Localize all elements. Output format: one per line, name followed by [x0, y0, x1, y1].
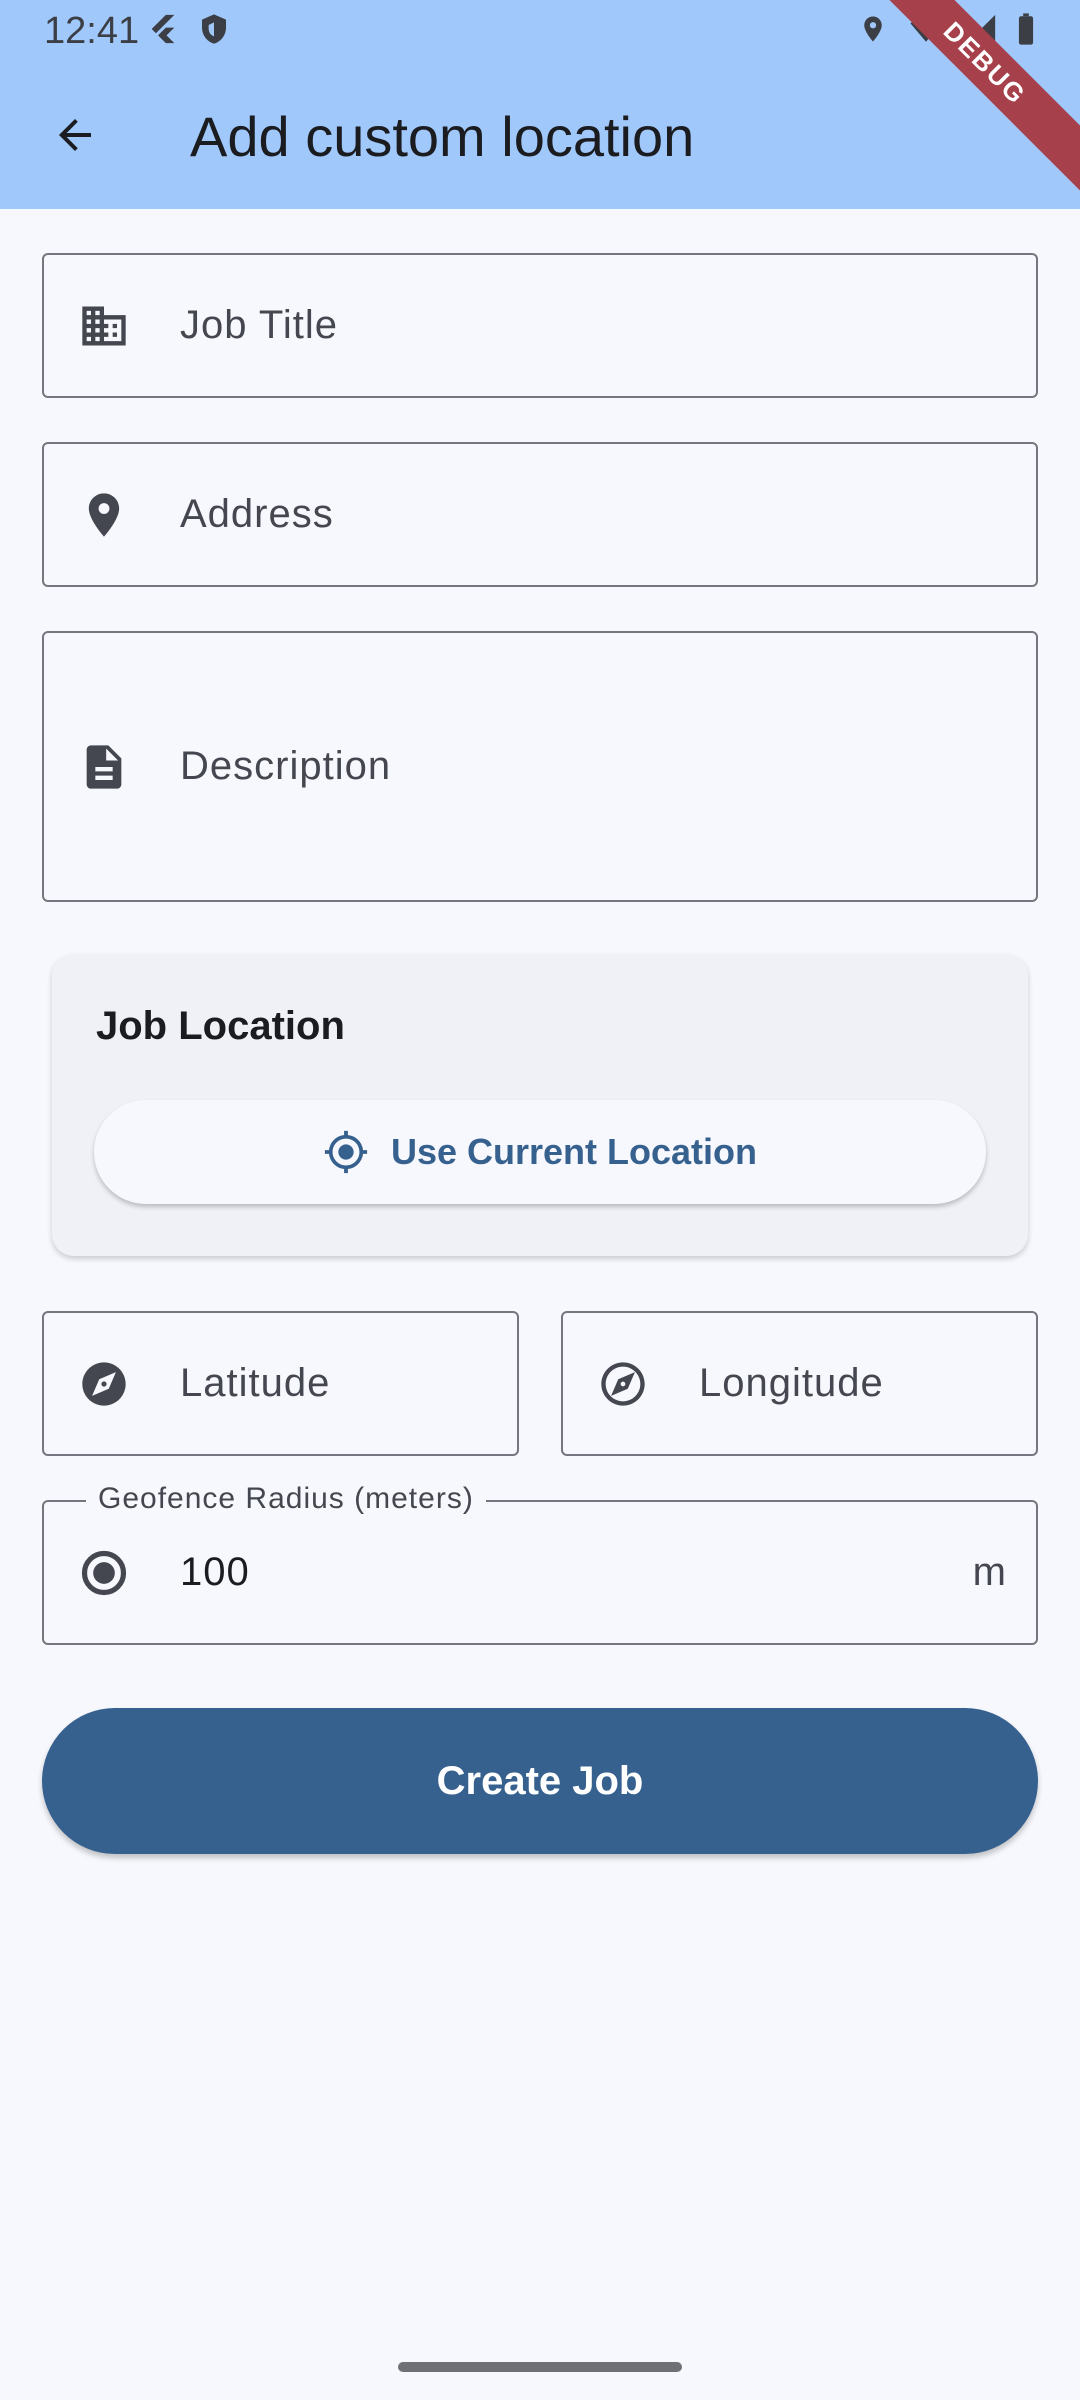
building-icon	[78, 300, 130, 352]
gps-crosshair-icon	[324, 1130, 368, 1174]
create-job-label: Create Job	[436, 1758, 644, 1803]
longitude-field[interactable]: Longitude	[561, 1311, 1038, 1456]
status-time: 12:41	[44, 10, 140, 52]
latitude-field[interactable]: Latitude	[42, 1311, 519, 1456]
address-field[interactable]: Address	[42, 442, 1038, 587]
description-field[interactable]: Description	[42, 631, 1038, 902]
flutter-icon	[151, 14, 175, 44]
shield-icon	[202, 14, 226, 44]
description-placeholder: Description	[180, 744, 392, 788]
use-current-location-label: Use Current Location	[390, 1131, 758, 1172]
geofence-radius-label: Geofence Radius (meters)	[86, 1482, 486, 1516]
status-left-icons	[146, 12, 230, 46]
document-icon	[78, 741, 130, 793]
job-location-title: Job Location	[96, 1004, 345, 1048]
create-job-button[interactable]: Create Job	[42, 1708, 1038, 1854]
longitude-placeholder: Longitude	[699, 1361, 884, 1405]
home-indicator[interactable]	[398, 2362, 682, 2372]
latitude-placeholder: Latitude	[180, 1361, 331, 1405]
radio-target-icon	[78, 1547, 130, 1599]
geofence-radius-value: 100	[180, 1550, 250, 1594]
use-current-location-button[interactable]: Use Current Location	[94, 1100, 986, 1204]
battery-icon	[1018, 13, 1034, 45]
job-title-field[interactable]: Job Title	[42, 253, 1038, 398]
compass-outline-icon	[597, 1358, 649, 1410]
compass-filled-icon	[78, 1358, 130, 1410]
job-title-placeholder: Job Title	[180, 303, 338, 347]
arrow-back-icon	[59, 119, 91, 151]
geofence-radius-suffix: m	[972, 1550, 1006, 1594]
location-pin-icon	[78, 489, 130, 541]
page-title: Add custom location	[190, 105, 695, 168]
job-location-card: Job Location Use Current Location	[52, 954, 1028, 1256]
address-placeholder: Address	[180, 492, 334, 536]
app-bar: 12:41 DEBUG Add custom location	[0, 0, 1080, 209]
geofence-radius-field[interactable]: Geofence Radius (meters) 100 m	[42, 1482, 1038, 1645]
location-status-icon	[864, 16, 882, 42]
back-button[interactable]	[40, 100, 110, 170]
